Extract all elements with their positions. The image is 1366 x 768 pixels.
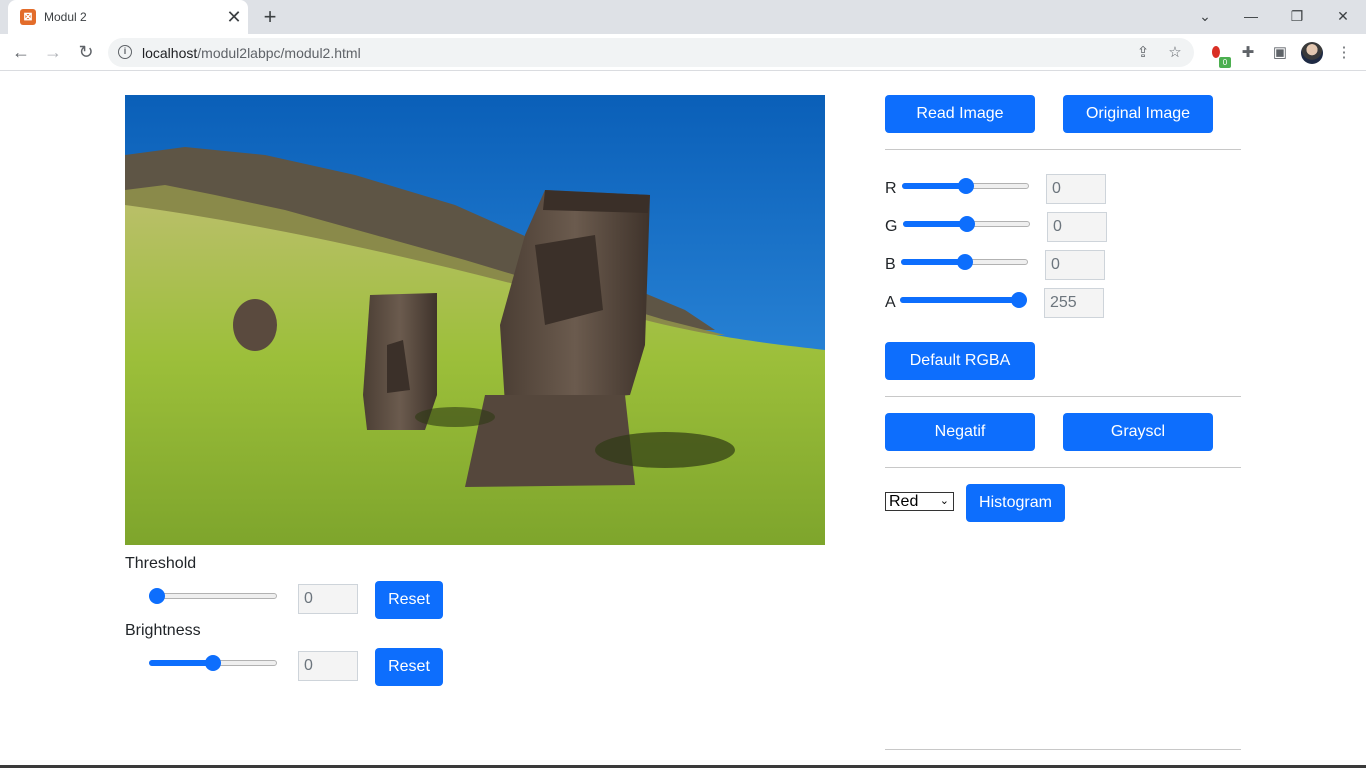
a-value-field[interactable]: 255 [1044, 288, 1104, 318]
puzzle-icon[interactable]: ✚ [1237, 42, 1259, 64]
divider [885, 749, 1241, 750]
g-value-field[interactable]: 0 [1047, 212, 1107, 242]
slider-thumb[interactable] [958, 216, 975, 232]
threshold-reset-button[interactable]: Reset [375, 581, 443, 619]
slider-thumb[interactable] [1011, 292, 1027, 308]
threshold-value-field[interactable]: 0 [298, 584, 358, 614]
star-icon[interactable]: ☆ [1165, 43, 1185, 63]
r-value-field[interactable]: 0 [1046, 174, 1106, 204]
tab-strip: ⊠ Modul 2 ✕ + ⌄ — ❐ ✕ [0, 0, 1366, 34]
threshold-label: Threshold [125, 555, 197, 572]
tab-title: Modul 2 [44, 10, 87, 24]
negatif-button[interactable]: Negatif [885, 413, 1035, 451]
extension-badge: 0 [1219, 57, 1231, 68]
tab-modul2[interactable]: ⊠ Modul 2 ✕ [8, 0, 248, 34]
divider [885, 149, 1241, 150]
new-tab-button[interactable]: + [258, 5, 282, 29]
slider-thumb[interactable] [205, 655, 221, 671]
histogram-button[interactable]: Histogram [966, 484, 1065, 522]
b-slider[interactable] [901, 254, 1028, 270]
threshold-slider[interactable] [149, 588, 277, 604]
moai-photo [125, 95, 825, 545]
menu-icon[interactable]: ⋮ [1333, 42, 1355, 64]
url-host: localhost [142, 45, 198, 61]
address-bar[interactable]: i localhost/modul2labpc/modul2.html ⇪ ☆ [108, 38, 1194, 67]
histogram-channel-select[interactable]: Red ⌄ [885, 492, 954, 511]
browser-toolbar: ← → ↻ i localhost/modul2labpc/modul2.htm… [0, 34, 1366, 71]
slider-thumb[interactable] [956, 254, 973, 270]
moai-image [125, 95, 825, 545]
slider-fill [901, 259, 965, 265]
r-slider[interactable] [902, 178, 1029, 194]
b-value-field[interactable]: 0 [1045, 250, 1105, 280]
slider-fill [903, 221, 967, 227]
url-text[interactable]: localhost/modul2labpc/modul2.html [142, 45, 361, 61]
original-image-button[interactable]: Original Image [1063, 95, 1213, 133]
slider-fill [900, 297, 1019, 303]
back-icon[interactable]: ← [9, 40, 33, 64]
share-icon[interactable]: ⇪ [1133, 43, 1153, 63]
brightness-label: Brightness [125, 622, 201, 639]
slider-fill [149, 660, 213, 666]
avatar[interactable] [1301, 42, 1323, 64]
brightness-slider[interactable] [149, 655, 277, 671]
a-label: A [885, 294, 896, 311]
r-label: R [885, 180, 897, 197]
minimize-icon[interactable]: — [1239, 5, 1263, 27]
slider-thumb[interactable] [957, 178, 974, 194]
read-image-button[interactable]: Read Image [885, 95, 1035, 133]
a-slider[interactable] [900, 292, 1027, 308]
xampp-icon: ⊠ [20, 9, 36, 25]
divider [885, 467, 1241, 468]
b-label: B [885, 256, 896, 273]
slider-track [149, 593, 277, 599]
reload-icon[interactable]: ↻ [74, 40, 98, 64]
restore-icon[interactable]: ❐ [1285, 5, 1309, 27]
forward-icon[interactable]: → [41, 40, 65, 64]
divider [885, 396, 1241, 397]
chevron-down-icon[interactable]: ⌄ [1193, 5, 1217, 27]
close-window-icon[interactable]: ✕ [1331, 5, 1355, 27]
grayscl-button[interactable]: Grayscl [1063, 413, 1213, 451]
side-panel-icon[interactable]: ▣ [1269, 42, 1291, 64]
default-rgba-button[interactable]: Default RGBA [885, 342, 1035, 380]
slider-fill [902, 183, 966, 189]
close-icon[interactable]: ✕ [224, 7, 244, 27]
url-path: /modul2labpc/modul2.html [197, 45, 361, 61]
brightness-reset-button[interactable]: Reset [375, 648, 443, 686]
g-label: G [885, 218, 898, 235]
slider-thumb[interactable] [149, 588, 165, 604]
histogram-channel-value: Red [889, 493, 919, 510]
g-slider[interactable] [903, 216, 1030, 232]
info-icon[interactable]: i [118, 45, 132, 59]
chevron-down-icon: ⌄ [939, 495, 949, 507]
brightness-value-field[interactable]: 0 [298, 651, 358, 681]
